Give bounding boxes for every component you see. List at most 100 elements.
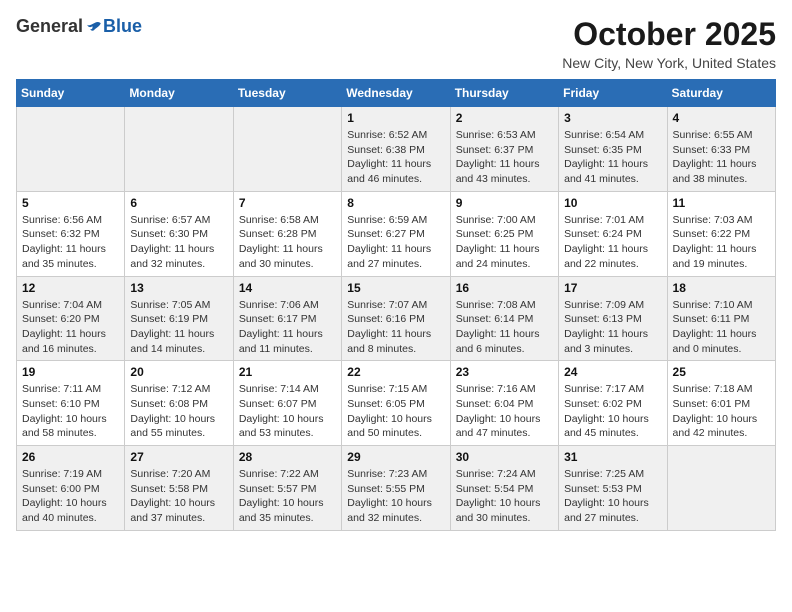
- calendar-day-cell: 27Sunrise: 7:20 AMSunset: 5:58 PMDayligh…: [125, 446, 233, 531]
- calendar-day-cell: 2 Sunrise: 6:53 AMSunset: 6:37 PMDaylight…: [450, 107, 558, 192]
- day-info: Sunrise: 6:54 AMSunset: 6:35 PMDaylight:…: [564, 128, 661, 187]
- day-info: Sunrise: 7:09 AMSunset: 6:13 PMDaylight:…: [564, 298, 661, 357]
- weekday-header-thursday: Thursday: [450, 80, 558, 107]
- calendar-day-cell: 20 Sunrise: 7:12 AMSunset: 6:08 PMDayligh…: [125, 361, 233, 446]
- day-info: Sunrise: 7:10 AMSunset: 6:11 PMDaylight:…: [673, 298, 770, 357]
- weekday-header-friday: Friday: [559, 80, 667, 107]
- day-number: 31: [564, 450, 661, 464]
- calendar-day-cell: 8Sunrise: 6:59 AMSunset: 6:27 PMDaylight…: [342, 191, 450, 276]
- day-number: 12: [22, 281, 119, 295]
- calendar-table: SundayMondayTuesdayWednesdayThursdayFrid…: [16, 79, 776, 531]
- calendar-day-cell: 17 Sunrise: 7:09 AMSunset: 6:13 PMDayligh…: [559, 276, 667, 361]
- logo: General Blue: [16, 16, 142, 37]
- day-number: 23: [456, 365, 553, 379]
- day-info: Sunrise: 7:17 AMSunset: 6:02 PMDaylight:…: [564, 382, 661, 441]
- day-number: 4: [673, 111, 770, 125]
- calendar-day-cell: 26 Sunrise: 7:19 AMSunset: 6:00 PMDayligh…: [17, 446, 125, 531]
- calendar-day-cell: 25 Sunrise: 7:18 AMSunset: 6:01 PMDayligh…: [667, 361, 775, 446]
- day-number: 11: [673, 196, 770, 210]
- calendar-day-cell: 31 Sunrise: 7:25 AMSunset: 5:53 PMDayligh…: [559, 446, 667, 531]
- day-info: Sunrise: 7:08 AMSunset: 6:14 PMDaylight:…: [456, 298, 553, 357]
- day-info: Sunrise: 7:18 AMSunset: 6:01 PMDaylight:…: [673, 382, 770, 441]
- calendar-day-cell: 3Sunrise: 6:54 AMSunset: 6:35 PMDaylight…: [559, 107, 667, 192]
- weekday-header-sunday: Sunday: [17, 80, 125, 107]
- calendar-day-cell: 13 Sunrise: 7:05 AMSunset: 6:19 PMDayligh…: [125, 276, 233, 361]
- day-info: Sunrise: 7:01 AMSunset: 6:24 PMDaylight:…: [564, 213, 661, 272]
- calendar-day-cell: [125, 107, 233, 192]
- calendar-day-cell: [667, 446, 775, 531]
- calendar-week-row: 26 Sunrise: 7:19 AMSunset: 6:00 PMDayligh…: [17, 446, 776, 531]
- calendar-day-cell: 10 Sunrise: 7:01 AMSunset: 6:24 PMDayligh…: [559, 191, 667, 276]
- calendar-day-cell: 23 Sunrise: 7:16 AMSunset: 6:04 PMDayligh…: [450, 361, 558, 446]
- calendar-week-row: 5Sunrise: 6:56 AMSunset: 6:32 PMDaylight…: [17, 191, 776, 276]
- day-info: Sunrise: 7:05 AMSunset: 6:19 PMDaylight:…: [130, 298, 227, 357]
- calendar-day-cell: 18 Sunrise: 7:10 AMSunset: 6:11 PMDayligh…: [667, 276, 775, 361]
- calendar-week-row: 19 Sunrise: 7:11 AMSunset: 6:10 PMDayligh…: [17, 361, 776, 446]
- calendar-day-cell: 28 Sunrise: 7:22 AMSunset: 5:57 PMDayligh…: [233, 446, 341, 531]
- page-header: General Blue October 2025 New City, New …: [16, 16, 776, 71]
- day-number: 15: [347, 281, 444, 295]
- logo-bird-icon: [85, 18, 103, 36]
- day-info: Sunrise: 6:53 AMSunset: 6:37 PMDaylight:…: [456, 128, 553, 187]
- day-info: Sunrise: 7:11 AMSunset: 6:10 PMDaylight:…: [22, 382, 119, 441]
- calendar-week-row: 12 Sunrise: 7:04 AMSunset: 6:20 PMDayligh…: [17, 276, 776, 361]
- calendar-day-cell: [233, 107, 341, 192]
- weekday-header-row: SundayMondayTuesdayWednesdayThursdayFrid…: [17, 80, 776, 107]
- day-number: 14: [239, 281, 336, 295]
- day-number: 16: [456, 281, 553, 295]
- calendar-day-cell: [17, 107, 125, 192]
- day-info: Sunrise: 6:59 AMSunset: 6:27 PMDaylight:…: [347, 213, 444, 272]
- calendar-day-cell: 14Sunrise: 7:06 AMSunset: 6:17 PMDayligh…: [233, 276, 341, 361]
- day-number: 22: [347, 365, 444, 379]
- day-number: 2: [456, 111, 553, 125]
- day-number: 10: [564, 196, 661, 210]
- day-number: 25: [673, 365, 770, 379]
- day-number: 28: [239, 450, 336, 464]
- day-number: 7: [239, 196, 336, 210]
- calendar-day-cell: 7 Sunrise: 6:58 AMSunset: 6:28 PMDaylight…: [233, 191, 341, 276]
- day-number: 1: [347, 111, 444, 125]
- day-info: Sunrise: 7:19 AMSunset: 6:00 PMDaylight:…: [22, 467, 119, 526]
- weekday-header-wednesday: Wednesday: [342, 80, 450, 107]
- day-number: 13: [130, 281, 227, 295]
- day-number: 17: [564, 281, 661, 295]
- day-number: 20: [130, 365, 227, 379]
- calendar-day-cell: 24 Sunrise: 7:17 AMSunset: 6:02 PMDayligh…: [559, 361, 667, 446]
- calendar-day-cell: 29Sunrise: 7:23 AMSunset: 5:55 PMDayligh…: [342, 446, 450, 531]
- day-info: Sunrise: 6:55 AMSunset: 6:33 PMDaylight:…: [673, 128, 770, 187]
- day-info: Sunrise: 6:57 AMSunset: 6:30 PMDaylight:…: [130, 213, 227, 272]
- day-number: 9: [456, 196, 553, 210]
- day-info: Sunrise: 7:00 AMSunset: 6:25 PMDaylight:…: [456, 213, 553, 272]
- calendar-day-cell: 6 Sunrise: 6:57 AMSunset: 6:30 PMDaylight…: [125, 191, 233, 276]
- title-area: October 2025 New City, New York, United …: [562, 16, 776, 71]
- weekday-header-saturday: Saturday: [667, 80, 775, 107]
- day-info: Sunrise: 7:24 AMSunset: 5:54 PMDaylight:…: [456, 467, 553, 526]
- day-info: Sunrise: 7:16 AMSunset: 6:04 PMDaylight:…: [456, 382, 553, 441]
- calendar-day-cell: 16 Sunrise: 7:08 AMSunset: 6:14 PMDayligh…: [450, 276, 558, 361]
- calendar-day-cell: 30 Sunrise: 7:24 AMSunset: 5:54 PMDayligh…: [450, 446, 558, 531]
- month-title: October 2025: [562, 16, 776, 53]
- location-text: New City, New York, United States: [562, 55, 776, 71]
- calendar-day-cell: 15 Sunrise: 7:07 AMSunset: 6:16 PMDayligh…: [342, 276, 450, 361]
- day-info: Sunrise: 6:58 AMSunset: 6:28 PMDaylight:…: [239, 213, 336, 272]
- calendar-day-cell: 22Sunrise: 7:15 AMSunset: 6:05 PMDayligh…: [342, 361, 450, 446]
- calendar-day-cell: 4 Sunrise: 6:55 AMSunset: 6:33 PMDaylight…: [667, 107, 775, 192]
- day-info: Sunrise: 7:22 AMSunset: 5:57 PMDaylight:…: [239, 467, 336, 526]
- day-number: 30: [456, 450, 553, 464]
- calendar-day-cell: 19 Sunrise: 7:11 AMSunset: 6:10 PMDayligh…: [17, 361, 125, 446]
- calendar-week-row: 1Sunrise: 6:52 AMSunset: 6:38 PMDaylight…: [17, 107, 776, 192]
- day-info: Sunrise: 7:25 AMSunset: 5:53 PMDaylight:…: [564, 467, 661, 526]
- logo-blue-text: Blue: [103, 16, 142, 37]
- day-number: 5: [22, 196, 119, 210]
- day-info: Sunrise: 7:20 AMSunset: 5:58 PMDaylight:…: [130, 467, 227, 526]
- day-info: Sunrise: 7:12 AMSunset: 6:08 PMDaylight:…: [130, 382, 227, 441]
- day-number: 26: [22, 450, 119, 464]
- day-number: 6: [130, 196, 227, 210]
- calendar-day-cell: 12 Sunrise: 7:04 AMSunset: 6:20 PMDayligh…: [17, 276, 125, 361]
- day-number: 24: [564, 365, 661, 379]
- day-info: Sunrise: 7:04 AMSunset: 6:20 PMDaylight:…: [22, 298, 119, 357]
- calendar-day-cell: 9 Sunrise: 7:00 AMSunset: 6:25 PMDaylight…: [450, 191, 558, 276]
- day-info: Sunrise: 7:07 AMSunset: 6:16 PMDaylight:…: [347, 298, 444, 357]
- day-number: 18: [673, 281, 770, 295]
- day-number: 19: [22, 365, 119, 379]
